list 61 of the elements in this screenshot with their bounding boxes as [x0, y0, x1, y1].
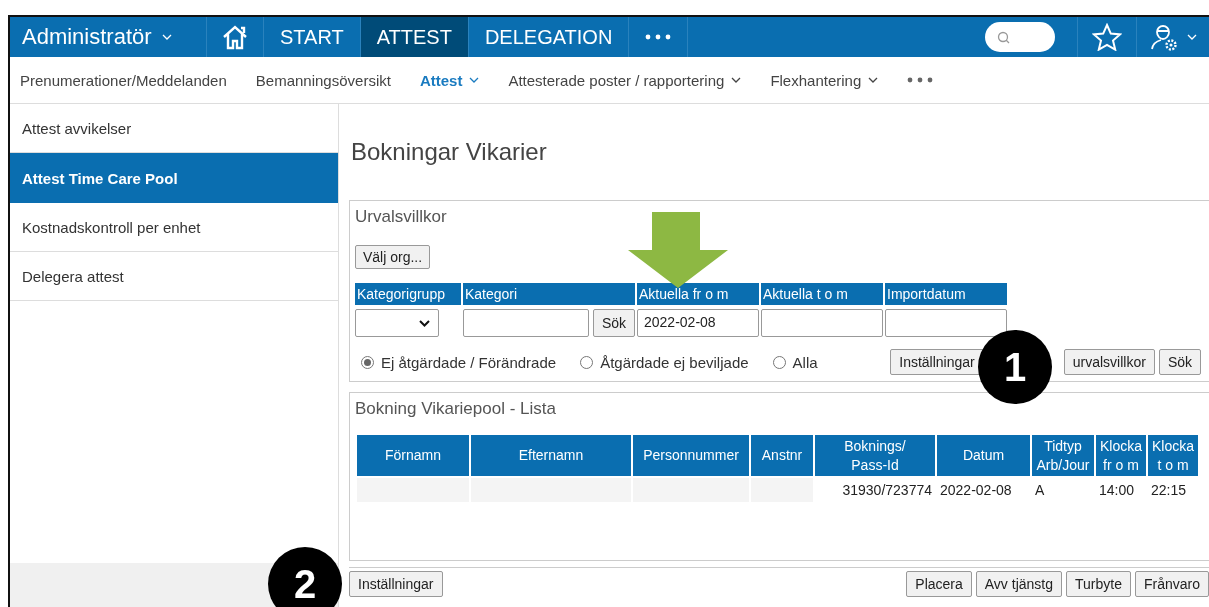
field-header: Aktuella fr o m [637, 283, 759, 305]
column-header[interactable]: Tidtyp Arb/Jour [1032, 435, 1094, 476]
settings-button[interactable]: Inställningar [349, 571, 443, 597]
column-header[interactable]: Boknings/ Pass-Id [815, 435, 935, 476]
sidebar-item[interactable]: Kostnadskontroll per enhet [10, 203, 338, 252]
nav-tab[interactable]: START [264, 17, 361, 57]
nav-tab[interactable]: ATTEST [360, 17, 469, 57]
action-button[interactable]: Frånvaro [1134, 571, 1209, 597]
action-button[interactable]: Avv tjänstg [975, 571, 1062, 597]
action-button[interactable]: Turbyte [1066, 571, 1131, 597]
more-icon[interactable] [907, 77, 934, 83]
chevron-icon [419, 319, 430, 327]
subnav-item[interactable]: Bemanningsöversikt [255, 71, 391, 89]
more-icon[interactable] [645, 34, 672, 40]
radio-label: Åtgärdade ej beviljade [600, 353, 749, 371]
input-field[interactable] [761, 309, 883, 337]
action-button[interactable]: Placera [906, 571, 972, 597]
star-icon[interactable] [1092, 23, 1122, 51]
callout-badge: 1 [978, 330, 1052, 404]
panel-title: Urvalsvillkor [355, 207, 448, 227]
input-field[interactable] [463, 309, 589, 337]
page-title: Bokningar Vikarier [351, 138, 548, 167]
radio-button[interactable] [580, 355, 594, 369]
column-header[interactable]: Klocka t o m [1148, 435, 1198, 476]
field-header: Kategori [463, 283, 635, 305]
sidebar-item[interactable]: Delegera attest [10, 252, 338, 301]
search-icon [997, 30, 1010, 44]
subnav-item[interactable]: Flexhantering [770, 71, 879, 89]
subnav-item[interactable]: Prenumerationer/Meddelanden [20, 71, 227, 89]
subnav-item[interactable]: Attest [419, 71, 480, 89]
radio-label: Ej åtgärdade / Förändrade [381, 353, 557, 371]
home-icon[interactable] [221, 24, 249, 50]
column-header[interactable]: Efternamn [471, 435, 631, 476]
user-gear-icon [1149, 22, 1179, 52]
clear-filter-button[interactable]: urvalsvillkor [1063, 349, 1155, 375]
input-field[interactable] [885, 309, 1007, 337]
subnav-item[interactable]: Attesterade poster / rapportering [508, 71, 742, 89]
settings-button[interactable]: Inställningar [890, 349, 984, 375]
choose-org-button[interactable]: Välj org... [355, 245, 431, 269]
column-header[interactable]: Klocka fr o m [1096, 435, 1146, 476]
radio-label: Alla [792, 353, 818, 371]
column-header[interactable]: Förnamn [357, 435, 469, 476]
input-field[interactable]: 2022-02-08 [637, 309, 759, 337]
column-header[interactable]: Personnummer [633, 435, 749, 476]
radio-button[interactable] [772, 355, 786, 369]
search-button[interactable]: Sök [1158, 349, 1201, 375]
panel-title: Bokning Vikariepool - Lista [355, 399, 557, 419]
field-header: Kategorigrupp [355, 283, 461, 305]
sidebar-item[interactable]: Attest Time Care Pool [10, 153, 338, 203]
radio-button[interactable] [361, 355, 374, 369]
column-header[interactable]: Anstnr [751, 435, 813, 476]
search-field[interactable] [985, 22, 1055, 52]
account-menu[interactable]: Administratör [10, 17, 207, 57]
column-header[interactable]: Datum [937, 435, 1030, 476]
field-header: Importdatum [885, 283, 1007, 305]
category-group-select[interactable] [355, 309, 439, 337]
chevron-icon [161, 34, 172, 40]
nav-tab[interactable]: DELEGATION [468, 17, 630, 57]
search-button[interactable]: Sök [592, 309, 635, 337]
field-header: Aktuella t o m [761, 283, 883, 305]
chevron-icon [1187, 34, 1197, 40]
